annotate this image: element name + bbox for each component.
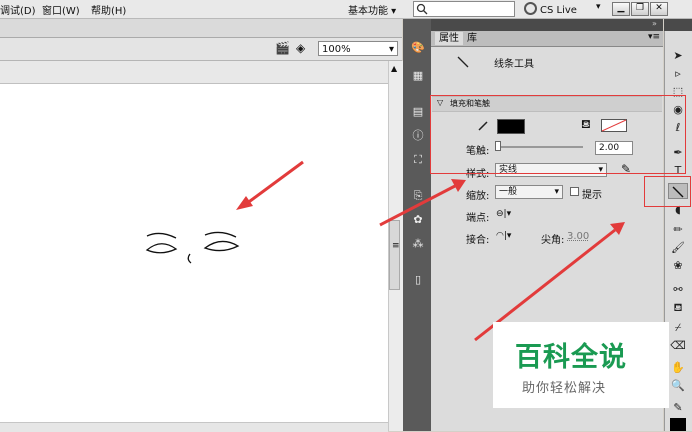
nose-stroke	[187, 253, 192, 264]
menu-help[interactable]: 帮助(H)	[91, 2, 126, 17]
tab-library[interactable]: 库	[463, 32, 481, 45]
workspace-switcher[interactable]: 基本功能 ▾	[348, 2, 396, 17]
stroke-color-tool-swatch[interactable]	[670, 418, 686, 431]
zoom-value: 100%	[322, 44, 351, 55]
cs-live-dropdown-icon[interactable]: ▾	[596, 2, 601, 12]
swatches-panel-icon[interactable]: ▦	[409, 68, 427, 84]
stroke-color-tool-icon[interactable]: ✎	[668, 400, 688, 416]
annotation-arrow-head	[236, 196, 253, 210]
line-tool-icon	[457, 56, 469, 68]
left-eye-stroke	[145, 243, 178, 254]
panel-menu-icon[interactable]: ▾≡	[648, 32, 660, 42]
menu-debug[interactable]: 调试(D)	[0, 2, 36, 17]
cs-live-label: CS Live	[540, 5, 577, 16]
right-eyebrow-stroke	[204, 231, 237, 238]
right-eye-stroke	[203, 240, 240, 252]
stage-pasteboard	[0, 61, 402, 84]
cs-live-icon	[524, 2, 537, 15]
document-tab-bar	[0, 19, 402, 38]
cs-live-button[interactable]: CS Live	[524, 2, 577, 16]
tool-name: 线条工具	[494, 59, 534, 70]
edit-scene-icon[interactable]: 🎬	[275, 41, 290, 55]
transform-panel-icon[interactable]: ⛶	[409, 152, 427, 168]
stage-canvas[interactable]	[0, 84, 388, 422]
restore-button[interactable]: ❐	[631, 2, 649, 16]
watermark-title: 百科全说	[515, 342, 627, 373]
zoom-tool-icon[interactable]: 🔍	[668, 378, 688, 394]
stage-drawing	[145, 160, 304, 264]
tools-panel-header	[664, 19, 692, 31]
watermark-subtitle: 助你轻松解决	[522, 381, 607, 396]
align-panel-icon[interactable]: ▤	[409, 104, 427, 120]
menu-window[interactable]: 窗口(W)	[42, 2, 80, 17]
scroll-up-icon[interactable]: ▲	[391, 64, 397, 73]
collapse-panel-icon[interactable]: »	[652, 19, 657, 28]
hand-tool-icon[interactable]: ✋	[668, 360, 688, 376]
workspace-label: 基本功能	[348, 6, 388, 17]
annotation-arrow-line	[245, 160, 304, 206]
panel-group-header	[431, 19, 663, 31]
color-panel-icon[interactable]: 🎨	[409, 40, 427, 56]
minimize-button[interactable]: ▁	[612, 2, 630, 16]
close-button[interactable]: ✕	[650, 2, 668, 16]
selection-tool-icon[interactable]: ➤	[668, 48, 688, 64]
subselection-tool-icon[interactable]: ▹	[668, 66, 688, 82]
tab-properties[interactable]: 属性	[435, 32, 463, 45]
zoom-select[interactable]: 100% ▾	[318, 41, 398, 56]
info-panel-icon[interactable]: ⓘ	[409, 128, 427, 144]
chevron-down-icon: ▾	[388, 44, 394, 55]
search-icon	[416, 3, 428, 15]
left-eyebrow-stroke	[146, 232, 177, 239]
annotation-arrow-to-panel	[379, 184, 456, 227]
annotation-box-fill-stroke	[430, 95, 686, 174]
edit-symbols-icon[interactable]: ◈	[296, 41, 305, 55]
search-input[interactable]	[413, 1, 515, 17]
